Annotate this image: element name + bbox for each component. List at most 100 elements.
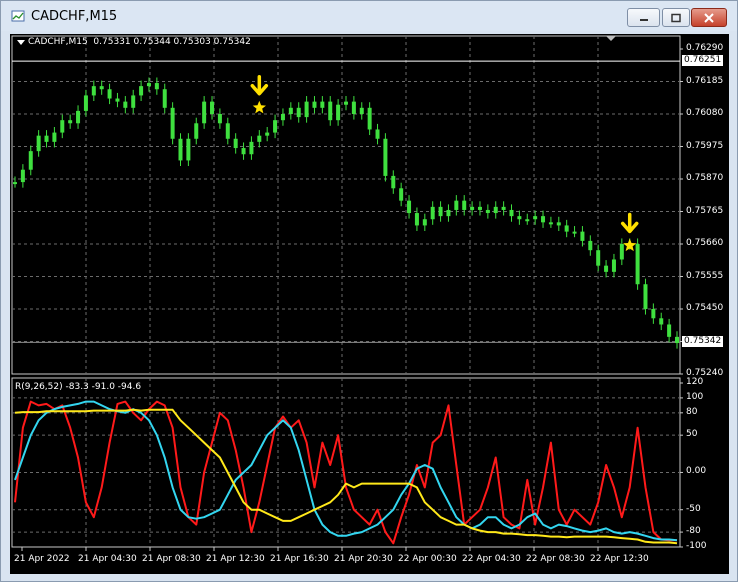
price-candle: [194, 123, 199, 139]
price-candle: [548, 222, 553, 225]
signal-arrow-icon: [250, 74, 269, 96]
price-candle: [462, 200, 467, 210]
price-candle: [296, 107, 301, 118]
price-candle: [344, 101, 348, 105]
chart-window: CADCHF,M15 CADCHF,M15 0.75331 0.75344 0.…: [0, 0, 738, 582]
price-candle: [91, 86, 96, 96]
minimize-button[interactable]: [627, 8, 660, 27]
time-tick-label: 22 Apr 04:30: [462, 554, 521, 564]
price-candle: [28, 151, 33, 170]
price-candle: [225, 123, 230, 139]
price-tick-label: 0.75660: [686, 238, 724, 248]
signal-arrow-icon: [620, 212, 639, 234]
indicator-panel-border: [11, 377, 681, 548]
close-icon: [704, 12, 714, 23]
price-candle: [541, 216, 546, 223]
time-tick-label: 22 Apr 00:30: [398, 554, 457, 564]
time-tick-label: 22 Apr 08:30: [526, 554, 585, 564]
price-candle: [588, 240, 593, 251]
price-candle: [131, 95, 136, 108]
price-candle: [20, 169, 25, 183]
price-candle: [477, 206, 482, 210]
price-candle: [383, 138, 388, 176]
price-candle: [52, 132, 57, 142]
signal-star-icon: [252, 100, 266, 114]
current-price-tag: 0.75342: [682, 336, 724, 348]
price-candle: [564, 225, 569, 232]
price-tick-label: 0.75975: [686, 140, 724, 151]
ohlc-label: CADCHF,M15 0.75331 0.75344 0.75303 0.753…: [28, 37, 251, 47]
price-candle: [312, 101, 317, 108]
price-candle: [328, 101, 333, 121]
time-tick-label: 21 Apr 16:30: [270, 554, 329, 564]
indicator-line-yellow: [14, 408, 678, 545]
level-price-tag: 0.76251: [682, 55, 724, 67]
price-candle: [485, 209, 490, 214]
price-candle: [675, 336, 679, 344]
price-candle: [154, 83, 159, 90]
price-candle: [162, 89, 167, 108]
price-candle: [178, 138, 183, 161]
price-candle: [60, 120, 65, 133]
price-candle: [643, 284, 648, 309]
price-tick-label: 0.76290: [686, 43, 724, 53]
price-candle: [414, 213, 419, 226]
price-candle: [659, 318, 664, 325]
indicator-label: R(9,26,52) -83.3 -91.0 -94.6: [15, 382, 142, 392]
price-candle: [210, 101, 215, 114]
price-candle: [525, 219, 530, 222]
chart-area[interactable]: CADCHF,M15 0.75331 0.75344 0.75303 0.753…: [10, 34, 729, 574]
price-candle: [304, 101, 309, 118]
indicator-tick-label: 80: [686, 406, 698, 417]
price-series: [13, 77, 679, 349]
price-candle: [572, 231, 577, 234]
price-tick-label: 0.75450: [686, 303, 724, 313]
chart-menu-icon[interactable]: [17, 40, 25, 45]
indicator-tick-label: -50: [686, 503, 701, 514]
indicator-tick-label: 100: [686, 391, 704, 402]
time-tick-label: 21 Apr 04:30: [78, 554, 137, 564]
price-candle: [249, 141, 254, 155]
price-candle: [359, 107, 364, 114]
chart-canvas[interactable]: [10, 34, 729, 574]
price-candle: [13, 182, 17, 185]
price-candle: [68, 120, 73, 124]
price-candle: [391, 175, 396, 189]
minimize-icon: [639, 18, 648, 21]
price-candle: [186, 138, 191, 161]
price-candle: [430, 206, 435, 220]
price-tick-label: 0.75870: [686, 173, 724, 183]
price-candle: [99, 86, 104, 90]
price-panel-border: [11, 35, 681, 375]
price-candle: [320, 101, 325, 108]
price-candle: [351, 101, 356, 114]
price-candle: [336, 104, 341, 121]
time-tick-label: 21 Apr 2022: [14, 554, 70, 564]
price-candle: [438, 206, 443, 217]
indicator-tick-label: 50: [686, 429, 698, 440]
price-candle: [241, 148, 246, 155]
price-candle: [217, 114, 222, 124]
price-candle: [375, 129, 380, 139]
price-candle: [280, 114, 285, 121]
title-bar[interactable]: CADCHF,M15: [1, 1, 737, 31]
price-candle: [422, 219, 427, 226]
price-tick-label: 0.76185: [686, 75, 724, 86]
price-candle: [493, 206, 498, 214]
price-candle: [288, 107, 293, 114]
price-candle: [533, 216, 538, 220]
close-button[interactable]: [691, 8, 727, 27]
price-tick-label: 0.75765: [686, 205, 724, 216]
price-candle: [611, 259, 616, 272]
price-candle: [367, 107, 372, 130]
price-candle: [146, 83, 151, 87]
indicator-tick-label: -100: [686, 541, 707, 551]
maximize-button[interactable]: [662, 8, 690, 27]
price-candle: [619, 244, 624, 260]
price-candle: [651, 309, 656, 319]
price-candle: [265, 132, 270, 136]
price-candle: [501, 206, 506, 210]
indicator-tick-label: 120: [686, 377, 704, 387]
price-candle: [123, 101, 128, 108]
price-candle: [399, 188, 404, 201]
